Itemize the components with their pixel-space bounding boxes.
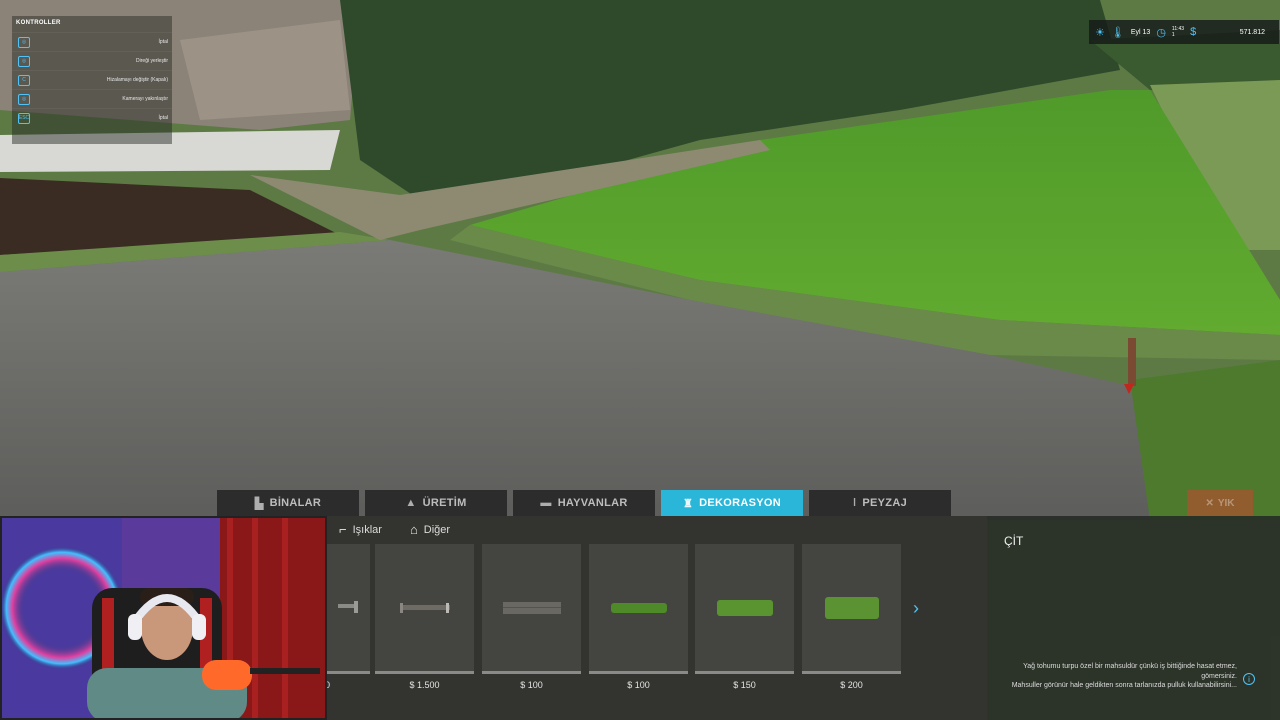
control-row-esc: ESC İptal xyxy=(12,108,172,127)
control-label: Kamerayı yakınlaştır xyxy=(122,96,168,102)
subtab-label: Diğer xyxy=(423,523,451,536)
item-card[interactable] xyxy=(695,544,794,674)
catalog-panel: ⌐ Işıklar ⌂ Diğer 0 $ 1.500 $ 100 $ 100 … xyxy=(271,516,987,720)
house-icon: ⌂ xyxy=(409,522,418,537)
hedge-mid-thumbnail xyxy=(716,599,773,616)
subtab-label: Işıklar xyxy=(352,523,382,536)
tab-label: BİNALAR xyxy=(269,497,322,509)
hedge-low-thumbnail xyxy=(610,602,667,613)
hedge-tall-thumbnail xyxy=(824,596,879,619)
tab-label: ÜRETİM xyxy=(422,497,467,509)
building-icon: ▙ xyxy=(254,497,264,510)
control-row-zoom: ◎ Kamerayı yakınlaştır xyxy=(12,89,172,108)
tab-label: DEKORASYON xyxy=(699,497,781,509)
clock-icon: ◷ xyxy=(1156,26,1166,39)
item-detail-panel: ÇİT Yağ tohumu turpu özel bir mahsuldür … xyxy=(987,516,1280,720)
shovel-icon: ǀ xyxy=(853,497,857,509)
decoration-icon: ♜ xyxy=(682,497,694,510)
item-price: $ 150 xyxy=(733,680,756,690)
chevron-right-icon[interactable]: › xyxy=(913,598,919,619)
control-label: İptal xyxy=(158,39,168,45)
tab-binalar[interactable]: ▙ BİNALAR xyxy=(217,490,359,516)
description-line: Mahsuller görünür hale geldikten sonra t… xyxy=(1011,682,1237,689)
detail-description: Yağ tohumu turpu özel bir mahsuldür çünk… xyxy=(1007,662,1237,691)
money-icon: $ xyxy=(1190,26,1197,38)
hud-bar: ☀ 🌡 Eyl 13 ◷ 11:43 1 $ 571.812 xyxy=(1089,20,1279,44)
detail-title: ÇİT xyxy=(1004,534,1024,548)
fence-post-thumbnail xyxy=(338,600,359,613)
category-tabs: ▙ BİNALAR ▲ ÜRETİM ▬ HAYVANLAR ♜ DEKORAS… xyxy=(217,490,951,516)
item-card[interactable] xyxy=(375,544,474,674)
time-readout: 11:43 1 xyxy=(1172,26,1184,38)
item-price: $ 100 xyxy=(520,680,543,690)
date-label: Eyl 13 xyxy=(1130,28,1151,36)
control-row-snap: C Hizalamayı değiştir (Kapalı) xyxy=(12,70,172,89)
fence-wood-thumbnail xyxy=(399,602,450,613)
item-price: $ 1.500 xyxy=(409,680,440,690)
fence-panel-thumbnail xyxy=(502,601,561,614)
tab-dekorasyon[interactable]: ♜ DEKORASYON xyxy=(661,490,803,516)
item-price: $ 200 xyxy=(840,680,863,690)
mouse-icon: ◎ xyxy=(18,55,30,67)
item-card[interactable] xyxy=(802,544,901,674)
description-line: Yağ tohumu turpu özel bir mahsuldür çünk… xyxy=(1023,663,1237,680)
webcam-overlay xyxy=(0,516,327,720)
demolish-button[interactable]: ✕ YIK xyxy=(1187,490,1253,516)
control-row-cancel: ◎ İptal xyxy=(12,32,172,51)
control-row-place: ◎ Direği yerleştir xyxy=(12,51,172,70)
tab-peyzaj[interactable]: ǀ PEYZAJ xyxy=(809,490,951,516)
demolish-label: YIK xyxy=(1217,497,1235,509)
subtab-lights[interactable]: ⌐ Işıklar xyxy=(339,522,382,537)
mouse-icon: ◎ xyxy=(18,93,30,105)
tab-label: PEYZAJ xyxy=(862,497,907,509)
controls-title: KONTROLLER xyxy=(16,20,61,26)
control-label: İptal xyxy=(158,115,168,121)
item-price: $ 100 xyxy=(627,680,650,690)
cow-icon: ▬ xyxy=(540,497,552,509)
controls-panel: KONTROLLER ◎ İptal ◎ Direği yerleştir C … xyxy=(12,16,172,144)
tab-uretim[interactable]: ▲ ÜRETİM xyxy=(365,490,507,516)
key-esc: ESC xyxy=(18,112,30,124)
item-card[interactable] xyxy=(589,544,688,674)
subcategory-tabs: ⌐ Işıklar ⌂ Diğer xyxy=(339,522,450,537)
sun-icon: ☀ xyxy=(1095,26,1105,39)
tab-label: HAYVANLAR xyxy=(557,497,628,509)
thermometer-icon: 🌡 xyxy=(1110,26,1125,39)
item-card[interactable] xyxy=(482,544,581,674)
production-icon: ▲ xyxy=(405,497,417,509)
time-speed-label: 1 xyxy=(1171,32,1175,38)
control-label: Direği yerleştir xyxy=(136,58,168,64)
lamp-icon: ⌐ xyxy=(339,522,347,537)
subtab-other[interactable]: ⌂ Diğer xyxy=(410,522,450,537)
close-icon: ✕ xyxy=(1205,497,1214,509)
tab-hayvanlar[interactable]: ▬ HAYVANLAR xyxy=(513,490,655,516)
mouse-icon: ◎ xyxy=(18,36,30,48)
control-label: Hizalamayı değiştir (Kapalı) xyxy=(106,77,168,83)
streamer-video xyxy=(2,518,325,718)
money-label: 571.812 xyxy=(1239,28,1265,36)
info-icon[interactable]: i xyxy=(1243,673,1255,685)
key-c: C xyxy=(18,74,30,86)
